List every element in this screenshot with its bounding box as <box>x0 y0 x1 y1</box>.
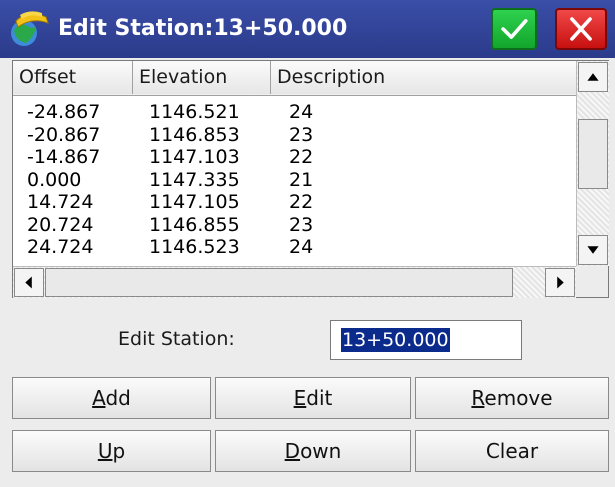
add-label: dd <box>105 386 131 410</box>
cell-description: 24 <box>289 101 314 123</box>
up-button[interactable]: Up <box>12 430 211 472</box>
add-button[interactable]: Add <box>12 377 211 419</box>
close-button[interactable] <box>555 8 607 50</box>
cell-elevation: 1146.853 <box>149 123 240 146</box>
cell-elevation: 1147.105 <box>149 191 240 213</box>
edit-station-label: Edit Station: <box>118 328 235 350</box>
horizontal-scroll-thumb[interactable] <box>45 268 513 297</box>
cell-description: 22 <box>289 191 314 213</box>
arrow-left-icon <box>25 276 32 289</box>
cell-offset: 14.724 <box>27 191 94 213</box>
offset-list[interactable]: Offset Elevation Description -24.867 114… <box>12 60 609 298</box>
add-mnemonic: A <box>92 386 106 410</box>
edit-mnemonic: E <box>293 386 307 410</box>
list-rows: -24.867 1146.521 24 -20.867 1146.853 23 … <box>13 101 576 265</box>
cell-elevation: 1146.523 <box>149 236 240 258</box>
cell-elevation: 1147.335 <box>149 168 240 191</box>
horizontal-scrollbar[interactable] <box>13 266 576 298</box>
cell-description: 23 <box>289 213 314 236</box>
list-row[interactable]: 24.724 1146.523 24 <box>13 236 576 259</box>
down-label: own <box>300 439 342 463</box>
remove-label: emove <box>484 386 553 410</box>
cell-offset: 24.724 <box>27 236 94 258</box>
cell-description: 22 <box>289 146 314 168</box>
window-title: Edit Station:13+50.000 <box>58 16 348 41</box>
surveyor-helmet-icon <box>8 7 52 51</box>
edit-station-input[interactable]: 13+50.000 <box>330 320 522 360</box>
clear-button[interactable]: Clear <box>415 430 609 472</box>
edit-label: dit <box>306 386 333 410</box>
arrow-right-icon <box>557 276 564 289</box>
cell-offset: 0.000 <box>27 168 82 191</box>
scrollbar-corner <box>576 266 608 297</box>
cell-elevation: 1146.521 <box>149 101 240 123</box>
column-header-offset[interactable]: Offset <box>13 61 133 94</box>
list-row[interactable]: -14.867 1147.103 22 <box>13 146 576 169</box>
arrow-down-icon <box>587 246 599 254</box>
vertical-scroll-thumb[interactable] <box>578 119 608 189</box>
scroll-right-button[interactable] <box>545 268 575 297</box>
cell-description: 21 <box>289 168 314 191</box>
list-row[interactable]: -24.867 1146.521 24 <box>13 101 576 124</box>
scroll-up-button[interactable] <box>578 62 608 92</box>
up-label: p <box>112 439 126 463</box>
cell-offset: -14.867 <box>27 146 101 168</box>
title-bar: Edit Station:13+50.000 <box>0 0 615 58</box>
down-mnemonic: D <box>284 439 301 463</box>
remove-mnemonic: R <box>471 386 485 410</box>
close-x-icon <box>570 17 592 41</box>
cell-elevation: 1147.103 <box>149 146 240 168</box>
remove-button[interactable]: Remove <box>415 377 609 419</box>
cell-description: 24 <box>289 236 314 258</box>
scroll-left-button[interactable] <box>14 268 44 297</box>
down-button[interactable]: Down <box>215 430 411 472</box>
column-header-elevation[interactable]: Elevation <box>133 61 271 94</box>
checkmark-icon <box>501 19 528 39</box>
vertical-scrollbar[interactable] <box>576 61 609 266</box>
cell-elevation: 1146.855 <box>149 213 240 236</box>
list-header: Offset Elevation Description <box>13 61 576 96</box>
scroll-down-button[interactable] <box>578 235 608 265</box>
list-row[interactable]: -20.867 1146.853 23 <box>13 124 576 147</box>
cell-offset: 20.724 <box>27 213 94 236</box>
list-row[interactable]: 20.724 1146.855 23 <box>13 214 576 237</box>
cell-offset: -24.867 <box>27 101 101 123</box>
cell-description: 23 <box>289 123 314 146</box>
list-row[interactable]: 14.724 1147.105 22 <box>13 191 576 214</box>
arrow-up-icon <box>587 73 599 81</box>
ok-button[interactable] <box>491 8 537 50</box>
cell-offset: -20.867 <box>27 123 101 146</box>
edit-station-value: 13+50.000 <box>341 328 450 352</box>
up-mnemonic: U <box>97 439 113 463</box>
edit-button[interactable]: Edit <box>215 377 411 419</box>
column-header-description[interactable]: Description <box>271 61 576 94</box>
list-row[interactable]: 0.000 1147.335 21 <box>13 169 576 192</box>
